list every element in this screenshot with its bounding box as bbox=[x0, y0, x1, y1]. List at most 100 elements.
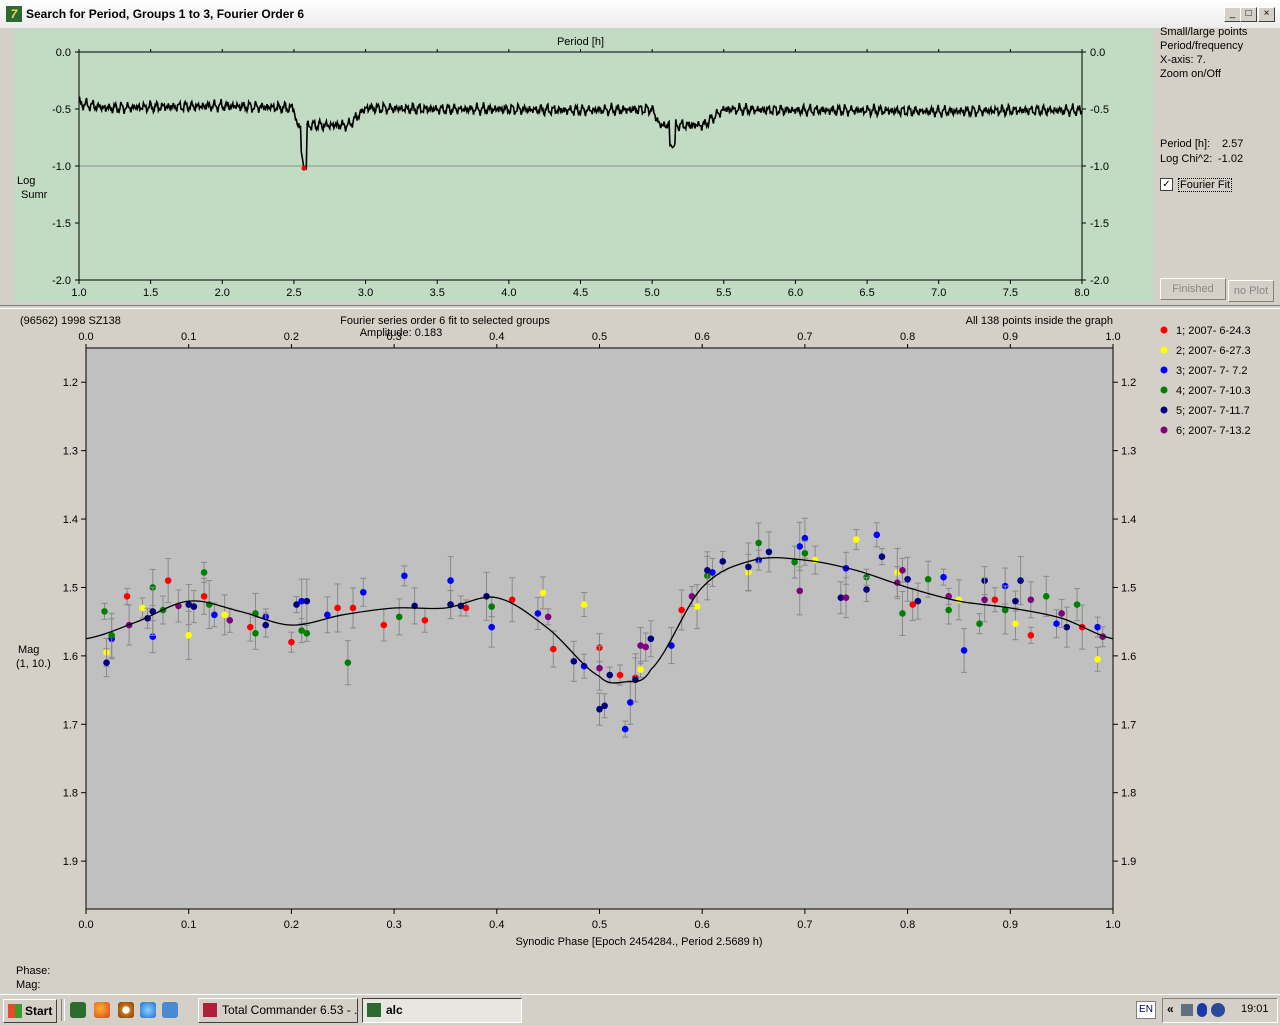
lightcurve-chart[interactable]: 0.00.00.10.10.20.20.30.30.40.40.50.50.60… bbox=[0, 310, 1280, 960]
data-point bbox=[334, 604, 341, 612]
finished-button[interactable]: Finished bbox=[1160, 278, 1226, 300]
data-point bbox=[596, 664, 603, 672]
data-point bbox=[647, 635, 655, 643]
y-tick-label: 1.2 bbox=[63, 377, 78, 389]
bluetooth-icon[interactable] bbox=[1197, 1003, 1207, 1017]
legend-marker bbox=[1160, 386, 1168, 394]
x-tick-label: 4.0 bbox=[501, 287, 516, 299]
zoom-option[interactable]: Zoom on/Off bbox=[1160, 68, 1221, 80]
period-search-plot[interactable]: 1.0 1.5 2.0 2.5 3.0 3.5 4.0 4.5 5.0 5.5 6.0 6.5 7.0 7… bbox=[14, 28, 1154, 302]
x-tick-label-top: 0.4 bbox=[489, 331, 504, 343]
app-logo-icon: 7 bbox=[6, 6, 22, 22]
data-point bbox=[863, 586, 870, 593]
fourier-fit-label[interactable]: Fourier Fit bbox=[1178, 178, 1233, 192]
app-quicklaunch-icon[interactable] bbox=[118, 1002, 134, 1018]
data-point bbox=[914, 597, 922, 605]
period-label: Period [h]: bbox=[1160, 138, 1211, 150]
data-point bbox=[1012, 620, 1019, 628]
x-tick-label: 0.3 bbox=[386, 919, 401, 931]
x-tick-label-top: 0.8 bbox=[900, 331, 915, 343]
data-point bbox=[570, 658, 578, 665]
show-hidden-icons-button[interactable]: « bbox=[1167, 1002, 1174, 1016]
data-point bbox=[878, 553, 886, 560]
close-button[interactable]: × bbox=[1258, 7, 1275, 22]
start-button[interactable]: Start bbox=[3, 999, 57, 1023]
x-tick-label: 8.0 bbox=[1074, 287, 1089, 299]
data-point bbox=[616, 671, 624, 679]
plot-background bbox=[14, 28, 1154, 302]
y-axis-label-line2: Sumr bbox=[21, 189, 48, 201]
language-indicator[interactable]: EN bbox=[1136, 1001, 1156, 1019]
alc-quicklaunch-icon[interactable] bbox=[70, 1002, 86, 1018]
data-point bbox=[637, 666, 644, 673]
data-point bbox=[123, 593, 131, 600]
data-point bbox=[924, 575, 932, 583]
x-tick-label: 0.7 bbox=[797, 919, 812, 931]
x-tick-label: 2.0 bbox=[215, 287, 230, 299]
best-period-marker bbox=[301, 165, 307, 171]
x-tick-label: 7.0 bbox=[931, 287, 946, 299]
data-point bbox=[247, 623, 254, 631]
data-point bbox=[262, 621, 270, 629]
clock[interactable]: 19:01 bbox=[1241, 1003, 1269, 1015]
periodogram-chart[interactable]: 1.0 1.5 2.0 2.5 3.0 3.5 4.0 4.5 5.0 5.5 6.0 6.5 7.0 7… bbox=[14, 28, 1154, 302]
data-point bbox=[1027, 632, 1035, 639]
data-point bbox=[303, 597, 311, 605]
x-tick-label: 6.5 bbox=[859, 287, 874, 299]
data-point bbox=[606, 671, 614, 679]
data-point bbox=[981, 596, 988, 604]
internet-explorer-icon[interactable] bbox=[140, 1002, 156, 1018]
data-point bbox=[226, 616, 234, 624]
y-tick-label: -1.5 bbox=[52, 218, 71, 230]
data-point bbox=[252, 629, 259, 637]
small-large-points-option[interactable]: Small/large points bbox=[1160, 26, 1247, 38]
window-title-bar[interactable]: 7 Search for Period, Groups 1 to 3, Four… bbox=[0, 0, 1280, 28]
data-point bbox=[904, 575, 911, 583]
lightcurve-plot[interactable]: 0.0 0.0 0.1 0.1 0.2 0.2 0.3 0.3 0.4 0.4 0.5 0.5 0.6 0… bbox=[0, 310, 1280, 960]
data-point bbox=[349, 604, 357, 612]
data-point bbox=[642, 643, 650, 651]
data-point bbox=[621, 725, 629, 733]
data-point bbox=[801, 534, 809, 542]
start-label: Start bbox=[25, 1004, 53, 1018]
taskbar-total-commander[interactable]: Total Commander 6.53 - ... bbox=[198, 998, 358, 1023]
object-name: (96562) 1998 SZ138 bbox=[20, 315, 121, 327]
data-point bbox=[940, 573, 947, 581]
x-tick-label: 0.8 bbox=[900, 919, 915, 931]
taskbar-alc[interactable]: alc bbox=[362, 998, 522, 1023]
y-axis-unit: (1, 10.) bbox=[16, 658, 51, 670]
x-axis-option[interactable]: X-axis: 7. bbox=[1160, 54, 1206, 66]
minimize-button[interactable]: _ bbox=[1224, 7, 1241, 22]
data-point bbox=[991, 596, 999, 604]
data-point bbox=[534, 610, 542, 617]
data-point bbox=[1027, 596, 1035, 604]
x-axis-title: Period [h] bbox=[557, 36, 604, 48]
data-point bbox=[601, 702, 608, 710]
fourier-fit-checkbox[interactable]: ✓ bbox=[1160, 178, 1173, 191]
data-point bbox=[185, 632, 192, 639]
no-plot-button[interactable]: no Plot bbox=[1228, 280, 1274, 302]
y-tick-label: 1.8 bbox=[63, 788, 78, 800]
y-tick-label-right: 1.2 bbox=[1121, 377, 1136, 389]
x-tick-label: 1.0 bbox=[71, 287, 86, 299]
data-point bbox=[704, 567, 711, 574]
network-icon[interactable] bbox=[1181, 1004, 1193, 1016]
y-tick-label: 1.3 bbox=[63, 446, 78, 458]
chi-value: -1.02 bbox=[1218, 153, 1244, 165]
data-point bbox=[745, 563, 752, 571]
system-tray: « 19:01 bbox=[1162, 998, 1278, 1023]
firefox-icon[interactable] bbox=[94, 1002, 110, 1018]
x-tick-label: 1.0 bbox=[1105, 919, 1120, 931]
data-point bbox=[549, 645, 557, 653]
x-tick-label-top: 0.7 bbox=[797, 331, 812, 343]
security-icon[interactable] bbox=[1211, 1003, 1225, 1017]
desktop-icon[interactable] bbox=[162, 1002, 178, 1018]
maximize-button[interactable]: □ bbox=[1240, 7, 1257, 22]
period-frequency-option[interactable]: Period/frequency bbox=[1160, 40, 1243, 52]
x-tick-label-top: 1.0 bbox=[1105, 331, 1120, 343]
y-tick-label: 1.5 bbox=[63, 582, 78, 594]
data-point bbox=[873, 531, 881, 539]
data-point bbox=[719, 558, 727, 565]
data-point bbox=[288, 638, 295, 646]
x-tick-label-top: 0.6 bbox=[695, 331, 710, 343]
